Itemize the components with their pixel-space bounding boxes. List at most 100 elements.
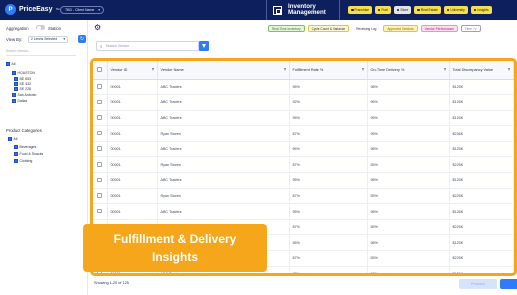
tree-item-label: San Antonio [17, 93, 37, 97]
checkbox[interactable] [12, 93, 16, 97]
column-header-vendor-name[interactable]: Vendor Name [157, 61, 290, 80]
row-select-cell[interactable] [93, 203, 108, 220]
tab-time-v[interactable]: Time / V [460, 25, 481, 32]
checkbox[interactable] [14, 87, 18, 91]
row-checkbox[interactable] [97, 162, 102, 167]
row-select-cell[interactable] [93, 94, 108, 111]
checkbox[interactable] [14, 77, 18, 81]
inventory-box-icon [273, 5, 282, 15]
row-select-cell[interactable] [93, 141, 108, 158]
tree-item-dallas[interactable]: Dallas [12, 99, 27, 103]
table-row[interactable]: 00001 ABC Traders 95% 98% $126K [93, 203, 514, 220]
refresh-button[interactable]: ↻ [78, 35, 86, 43]
filter-icon[interactable] [508, 68, 510, 71]
column-header-on-time-delivery[interactable]: On-Time Delivery % [367, 61, 450, 80]
tab-cycle-count-variance[interactable]: Cycle Count & Variance [307, 25, 350, 32]
row-select-cell[interactable] [93, 110, 108, 127]
row-select-cell[interactable] [93, 172, 108, 189]
tab-receiving-log[interactable]: Receiving Log [352, 25, 381, 32]
checkbox[interactable] [14, 145, 18, 149]
tree-item-houston[interactable]: HOUSTON [12, 71, 35, 75]
category-item-clothing[interactable]: Clothing [14, 159, 32, 163]
checkbox[interactable] [6, 62, 10, 66]
cell-fulfillment-rate: 95% [289, 141, 368, 158]
app-logo[interactable]: P PriceEasy ™ [5, 4, 59, 15]
checkbox[interactable] [12, 71, 16, 75]
viewby-select[interactable]: 2 Levels Selected ▾ [28, 36, 68, 43]
checkbox[interactable] [14, 82, 18, 86]
gear-icon[interactable]: ⚙ [94, 23, 101, 32]
checkbox[interactable] [14, 159, 18, 163]
category-item-beverages[interactable]: Beverages [14, 145, 36, 149]
filter-icon[interactable] [443, 68, 446, 71]
logo-icon: P [5, 4, 16, 15]
cell-vendor-name: ABC Traders [157, 94, 290, 111]
row-checkbox[interactable] [97, 99, 102, 105]
aggregation-toggle[interactable] [36, 25, 45, 30]
category-item-all[interactable]: All [8, 137, 17, 141]
nav-chip-insights[interactable]: Insights [470, 6, 492, 14]
next-page-button[interactable] [500, 279, 517, 289]
row-select-cell[interactable] [93, 125, 108, 142]
select-all-checkbox[interactable] [97, 67, 102, 72]
cell-fulfillment-rate: 87% [289, 156, 368, 174]
chevron-down-icon: ▾ [63, 37, 65, 41]
column-header-vendor-id[interactable]: Vendor ID [107, 61, 158, 80]
tab-approved-vendors[interactable]: Approved Vendors [383, 25, 418, 32]
row-select-cell[interactable] [93, 188, 108, 205]
table-row[interactable]: 00001 ABC Traders 92% 96% $126K [93, 94, 514, 111]
select-all-cell[interactable] [93, 61, 108, 80]
vendor-search-input[interactable]: ⌕ Search Vendor [96, 41, 199, 51]
row-checkbox[interactable] [97, 193, 102, 198]
cell-on-time-delivery: 55% [367, 250, 450, 267]
cell-total-discrepancy: $126K [449, 266, 514, 273]
module-switcher[interactable]: Inventory Management [266, 0, 340, 20]
row-checkbox[interactable] [97, 130, 102, 136]
row-checkbox[interactable] [97, 115, 102, 120]
nav-chip-store[interactable]: Store [393, 6, 412, 14]
tab-real-time-inventory[interactable]: Real-Time Inventory [268, 25, 305, 32]
table-row[interactable]: 00001Ryan Stores87%55%$225K [93, 156, 514, 174]
table-row[interactable]: 00001 ABC Traders 95% 95% $125K [93, 110, 514, 127]
row-checkbox[interactable] [97, 146, 102, 151]
nav-chip-fuel[interactable]: Fuel [374, 6, 391, 14]
table-row[interactable]: 00001Ryan Stores87%55%$225K [93, 188, 514, 205]
checkbox[interactable] [8, 137, 12, 141]
checkbox[interactable] [12, 99, 16, 103]
pagination-summary: Showing 1-20 of 125 [94, 281, 129, 285]
column-header-fulfillment-rate[interactable]: Fulfillment Rate % [289, 61, 368, 80]
tree-item-se-432[interactable]: SE 432 [14, 82, 31, 86]
cell-vendor-id: 00001 [107, 203, 158, 220]
filter-icon[interactable] [361, 68, 364, 71]
nav-chip-real-estate[interactable]: Real Estate [414, 6, 441, 14]
cell-total-discrepancy: $225K [449, 156, 514, 174]
row-select-cell[interactable] [93, 79, 108, 96]
table-row[interactable]: 00001ABC Traders95%98%$125K [93, 172, 514, 189]
previous-page-button[interactable]: Previous [459, 279, 497, 289]
client-select[interactable]: TBD - Client Name ▾ [60, 6, 104, 14]
tree-item-all[interactable]: All [6, 62, 15, 66]
checkbox[interactable] [14, 152, 18, 156]
table-row[interactable]: 00001ABC Traders95%98%$125K [93, 141, 514, 158]
row-select-cell[interactable] [93, 156, 108, 174]
row-checkbox[interactable] [97, 177, 102, 183]
filter-icon[interactable] [151, 68, 154, 71]
column-header-total-discrepancy[interactable]: Total Discrepancy Value [449, 61, 514, 80]
tree-item-be-653[interactable]: BE 653 [14, 77, 31, 81]
row-checkbox[interactable] [97, 84, 102, 89]
cell-vendor-name: ABC Traders [157, 172, 290, 189]
tree-item-se-228[interactable]: SE 228 [14, 87, 31, 91]
nav-chip-university[interactable]: University [443, 6, 468, 14]
nav-chip-franchise[interactable]: Franchise [348, 6, 372, 14]
tab-vendor-performance[interactable]: Vendor Performance [420, 25, 458, 32]
tree-item-san-antonio[interactable]: San Antonio [12, 93, 36, 97]
sidebar-search-input[interactable]: Search Vendor... [6, 49, 76, 56]
cell-vendor-name: ABC Traders [157, 203, 290, 220]
table-row[interactable]: 00001 Ryan Stores 87% 95% $236K [93, 125, 514, 142]
filter-icon[interactable] [283, 68, 286, 71]
row-checkbox[interactable] [97, 208, 102, 214]
cell-fulfillment-rate: 87% [289, 188, 368, 205]
table-row[interactable]: 00001ABC Traders95%98%$125K [93, 79, 514, 96]
filter-dropdown-button[interactable] [199, 41, 209, 51]
category-item-food-snacks[interactable]: Food & Snacks [14, 152, 43, 156]
